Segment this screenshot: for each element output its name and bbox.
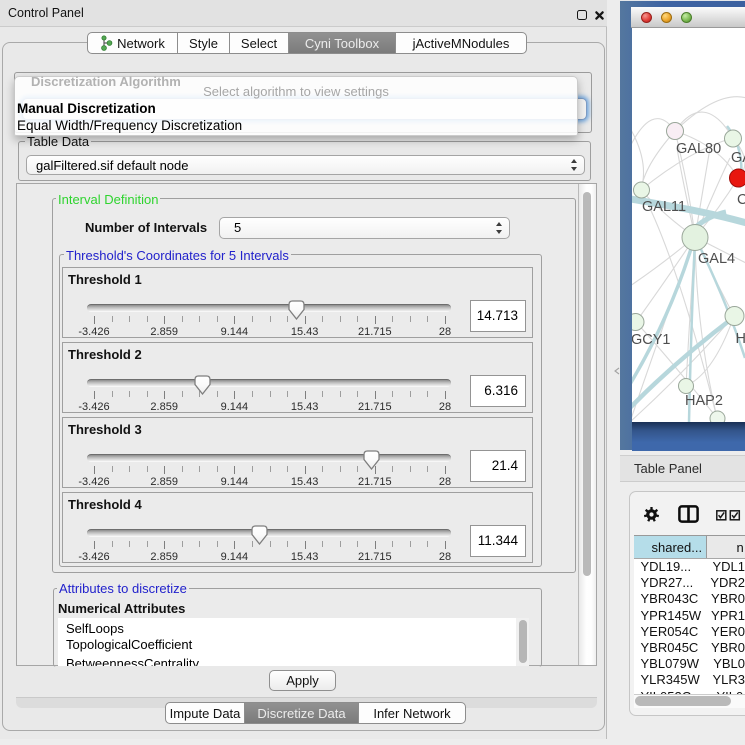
svg-text:HAP2: HAP2 [685, 393, 723, 409]
svg-text:H: H [735, 331, 745, 347]
svg-text:GCY1: GCY1 [632, 332, 671, 348]
svg-text:GA: GA [731, 150, 745, 166]
svg-text:GAL4: GAL4 [698, 251, 735, 267]
svg-text:GAL11: GAL11 [642, 199, 686, 215]
svg-text:C: C [737, 192, 745, 208]
svg-text:GAL80: GAL80 [676, 141, 721, 157]
